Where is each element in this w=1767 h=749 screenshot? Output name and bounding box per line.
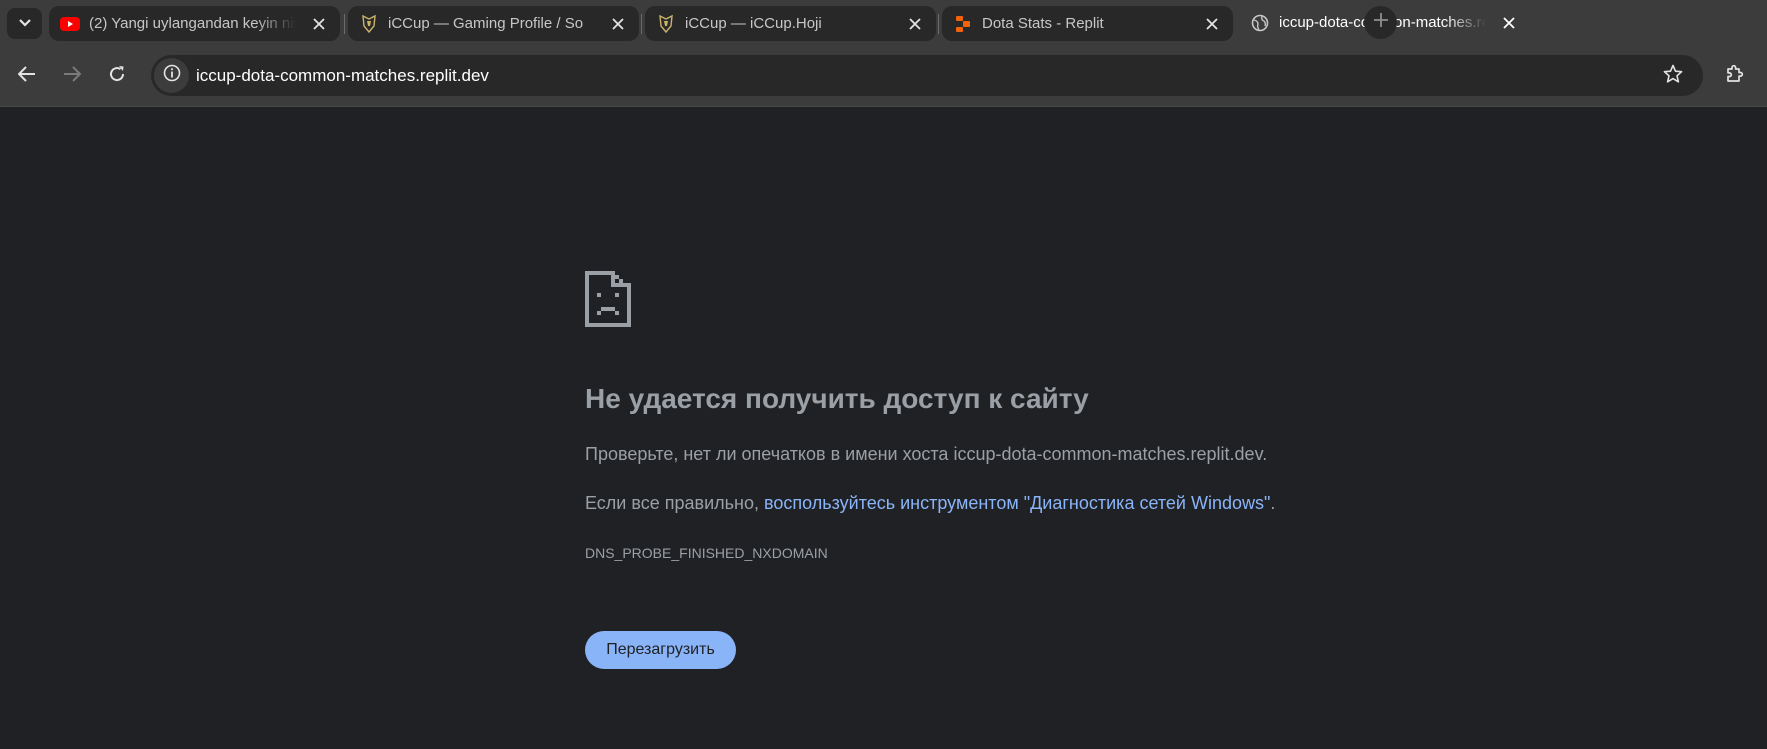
iccup-icon bbox=[656, 14, 676, 34]
tab-divider bbox=[344, 14, 345, 34]
plus-icon bbox=[1373, 13, 1388, 32]
tab-iccup-profile[interactable]: iCCup — Gaming Profile / So bbox=[348, 6, 639, 41]
address-bar[interactable]: iccup-dota-common-matches.replit.dev bbox=[151, 55, 1703, 96]
bookmark-star-button[interactable] bbox=[1661, 64, 1685, 88]
tab-title: iCCup — Gaming Profile / So bbox=[388, 15, 584, 32]
info-icon bbox=[163, 64, 181, 87]
error-hostname-hint: Проверьте, нет ли опечатков в имени хост… bbox=[585, 444, 1268, 464]
iccup-icon bbox=[359, 14, 379, 34]
error-diagnostics-line: Если все правильно, воспользуйтесь инстр… bbox=[585, 493, 1275, 514]
puzzle-icon bbox=[1725, 64, 1745, 89]
diagnostics-prefix: Если все правильно, bbox=[585, 493, 764, 513]
arrow-right-icon bbox=[63, 65, 82, 87]
new-tab-button[interactable] bbox=[1364, 6, 1397, 39]
site-info-button[interactable] bbox=[154, 58, 189, 93]
tab-youtube[interactable]: (2) Yangi uylangandan keyin nima qilinad… bbox=[49, 6, 340, 41]
reload-button[interactable]: Перезагрузить bbox=[585, 631, 736, 669]
close-icon[interactable] bbox=[1500, 14, 1518, 32]
error-code: DNS_PROBE_FINISHED_NXDOMAIN bbox=[585, 545, 828, 561]
tab-divider bbox=[938, 14, 939, 34]
reload-toolbar-button[interactable] bbox=[99, 58, 135, 94]
error-heading: Не удается получить доступ к сайту bbox=[585, 383, 1089, 414]
replit-icon bbox=[953, 14, 973, 34]
extensions-button[interactable] bbox=[1717, 58, 1753, 94]
tab-iccup-hoji[interactable]: iCCup — iCCup.Hoji bbox=[645, 6, 936, 41]
arrow-left-icon bbox=[17, 65, 36, 87]
windows-diagnostics-link[interactable]: воспользуйтесь инструментом "Диагностика… bbox=[764, 493, 1270, 513]
sad-page-icon bbox=[585, 271, 631, 327]
close-icon[interactable] bbox=[906, 15, 924, 33]
tab-title: (2) Yangi uylangandan keyin nima qilinad… bbox=[89, 15, 296, 32]
error-page: Не удается получить доступ к сайту Прове… bbox=[0, 108, 1767, 749]
back-button[interactable] bbox=[9, 58, 45, 94]
tab-dota-stats[interactable]: Dota Stats - Replit bbox=[942, 6, 1233, 41]
reload-icon bbox=[108, 65, 126, 88]
close-icon[interactable] bbox=[609, 15, 627, 33]
chevron-down-icon bbox=[18, 15, 32, 33]
youtube-icon bbox=[60, 14, 80, 34]
tab-title: iCCup — iCCup.Hoji bbox=[685, 15, 822, 32]
browser-toolbar: iccup-dota-common-matches.replit.dev bbox=[0, 47, 1767, 107]
close-icon[interactable] bbox=[1203, 15, 1221, 33]
tab-search-button[interactable] bbox=[7, 8, 42, 39]
close-icon[interactable] bbox=[310, 15, 328, 33]
star-icon bbox=[1663, 64, 1683, 89]
url-text[interactable]: iccup-dota-common-matches.replit.dev bbox=[196, 66, 489, 86]
forward-button[interactable] bbox=[54, 58, 90, 94]
diagnostics-suffix: . bbox=[1270, 493, 1276, 513]
globe-icon bbox=[1250, 13, 1270, 33]
tab-strip: (2) Yangi uylangandan keyin nima qilinad… bbox=[0, 0, 1767, 47]
tab-divider bbox=[641, 14, 642, 34]
tab-title: Dota Stats - Replit bbox=[982, 15, 1104, 32]
